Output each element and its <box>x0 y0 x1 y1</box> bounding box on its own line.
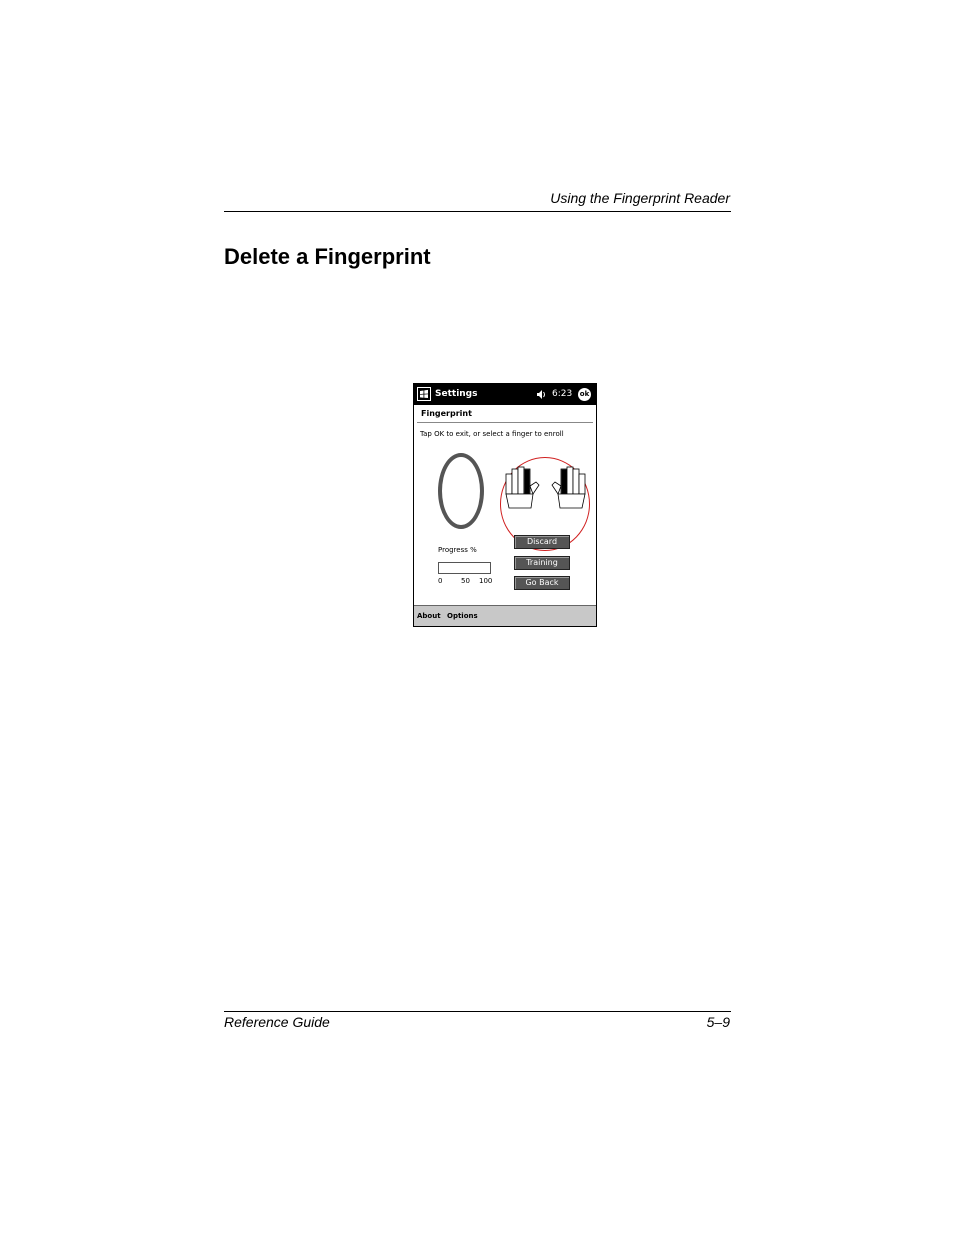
training-button[interactable]: Training <box>514 556 570 570</box>
go-back-button[interactable]: Go Back <box>514 576 570 590</box>
subheader-divider <box>417 422 593 423</box>
progress-tick-0: 0 <box>438 577 443 585</box>
progress-label: Progress % <box>438 546 477 554</box>
progress-bar <box>438 562 491 574</box>
menu-options[interactable]: Options <box>447 612 478 620</box>
instruction-text: Tap OK to exit, or select a finger to en… <box>420 430 564 438</box>
right-hand-icon[interactable] <box>550 466 588 512</box>
left-hand-icon[interactable] <box>503 466 541 512</box>
clock-time[interactable]: 6:23 <box>552 389 572 399</box>
titlebar-title: Settings <box>435 389 478 399</box>
header-rule <box>224 211 731 212</box>
titlebar: Settings 6:23 ok <box>414 384 596 405</box>
menu-about[interactable]: About <box>417 612 441 620</box>
page-number: 5–9 <box>706 1014 730 1030</box>
windows-flag-icon[interactable] <box>417 387 431 401</box>
progress-tick-50: 50 <box>461 577 470 585</box>
fingerprint-sensor-ring <box>438 453 484 529</box>
menu-bar: About Options <box>414 605 596 626</box>
device-screenshot: Settings 6:23 ok Fingerprint Tap OK to e… <box>413 383 597 627</box>
discard-button[interactable]: Discard <box>514 535 570 549</box>
footer-rule <box>224 1011 731 1012</box>
progress-tick-100: 100 <box>479 577 493 585</box>
speaker-icon[interactable] <box>536 389 547 400</box>
running-header: Using the Fingerprint Reader <box>550 190 730 206</box>
ok-button[interactable]: ok <box>578 388 591 401</box>
footer-guide-name: Reference Guide <box>224 1014 330 1030</box>
fingerprint-subheader: Fingerprint <box>421 409 472 418</box>
page-title: Delete a Fingerprint <box>224 244 431 269</box>
